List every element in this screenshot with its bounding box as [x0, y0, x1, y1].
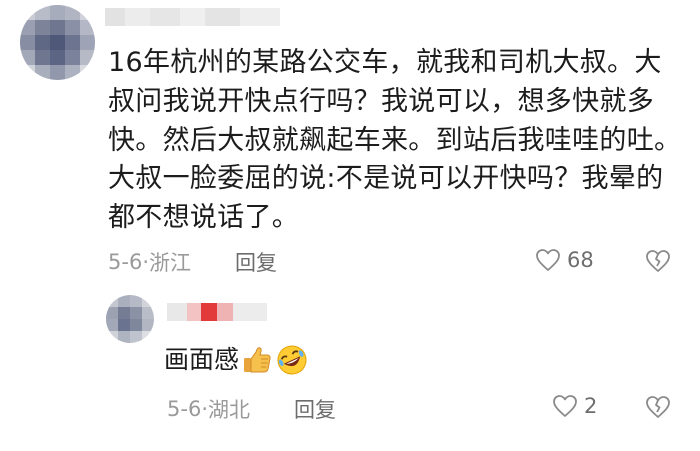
dislike-button[interactable] [645, 395, 671, 423]
broken-heart-icon [646, 250, 670, 272]
broken-heart-icon [646, 396, 670, 418]
username-blurred[interactable] [105, 8, 280, 26]
comment-date: 5-6 [167, 397, 202, 421]
comment-date: 5-6 [108, 250, 143, 274]
like-button[interactable]: 68 [535, 248, 594, 272]
comment-location: 浙江 [149, 251, 191, 275]
comment-meta: 5-6 · 浙江 回复 [108, 247, 277, 277]
reply-text-row: 画面感 [164, 342, 309, 378]
like-button[interactable]: 2 [552, 394, 597, 418]
like-count: 68 [567, 248, 594, 272]
thumbs-up-icon [244, 347, 271, 373]
like-count: 2 [584, 394, 598, 418]
heart-icon [536, 249, 560, 271]
comment-text: 16年杭州的某路公交车，就我和司机大叔。大叔问我说开快点行吗？我说可以，想多快就… [108, 47, 682, 234]
reply-text: 画面感 [164, 345, 240, 374]
username-blurred[interactable] [167, 303, 267, 321]
rolling-laughing-icon [277, 345, 307, 375]
avatar[interactable] [106, 295, 154, 343]
avatar[interactable] [20, 5, 95, 80]
dislike-button[interactable] [645, 249, 671, 277]
heart-icon [553, 395, 577, 417]
comment-meta: 5-6 · 湖北 回复 [167, 394, 336, 424]
comment-location: 湖北 [208, 398, 250, 422]
reply-button[interactable]: 回复 [294, 394, 336, 424]
reply-button[interactable]: 回复 [235, 247, 277, 277]
